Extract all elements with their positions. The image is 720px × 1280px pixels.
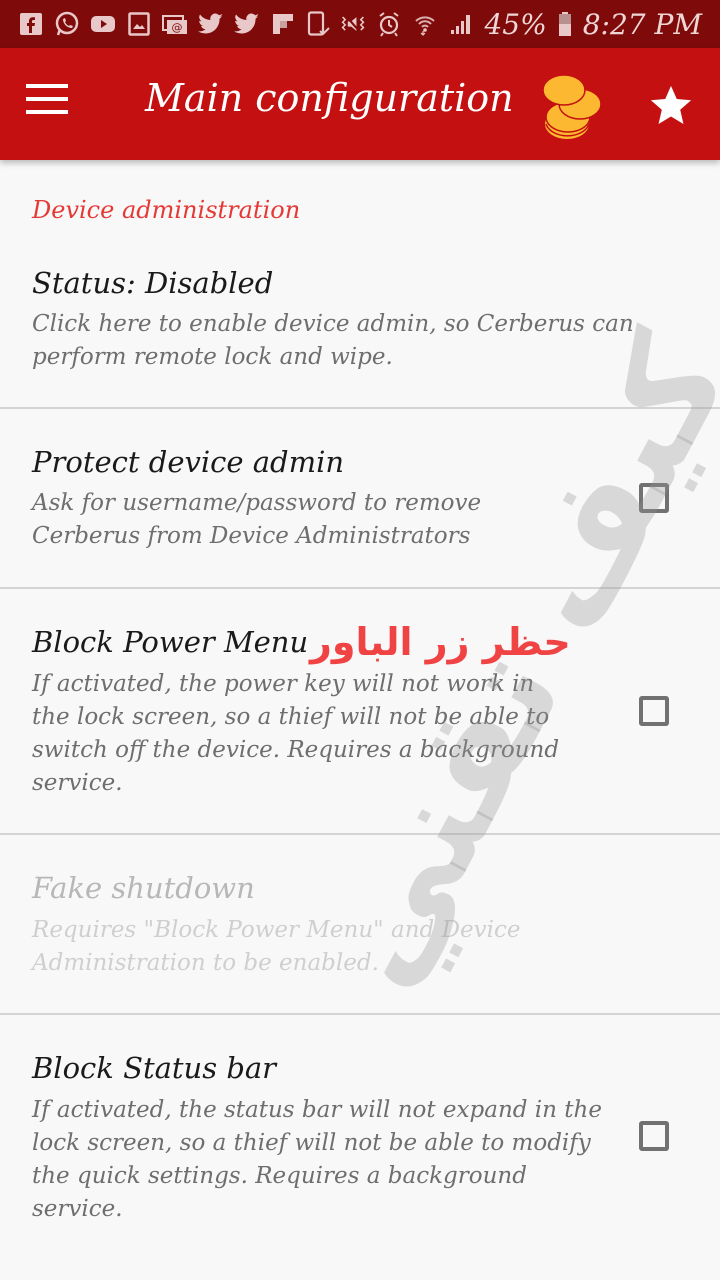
flipboard-icon <box>270 11 296 37</box>
pref-summary: If activated, the status bar will not ex… <box>32 1097 602 1222</box>
pref-fake-shutdown: Fake shutdown Requires "Block Power Menu… <box>0 835 720 1013</box>
whatsapp-icon <box>54 11 80 37</box>
protect-device-admin-checkbox[interactable] <box>639 483 669 513</box>
pref-title: Block Status bar <box>32 1051 277 1085</box>
pref-summary: Requires "Block Power Menu" and Device A… <box>32 917 521 976</box>
vibrate-mute-icon <box>340 11 366 37</box>
pref-summary: Click here to enable device admin, so Ce… <box>32 311 634 370</box>
pref-summary: Ask for username/password to remove Cerb… <box>32 490 482 549</box>
twitter-icon <box>234 11 260 37</box>
pref-title: Block Power Menu <box>32 625 309 659</box>
pref-protect-device-admin[interactable]: Protect device admin Ask for username/pa… <box>0 409 720 587</box>
pref-summary: If activated, the power key will not wor… <box>32 671 560 796</box>
alarm-icon <box>376 11 402 37</box>
section-header: Device administration <box>32 196 301 224</box>
app-bar: Main configuration <box>0 48 720 160</box>
hamburger-menu-icon[interactable] <box>26 84 68 124</box>
youtube-icon <box>90 11 116 37</box>
preferences-list: Device administration Status: Disabled C… <box>0 160 720 1280</box>
system-indicators: 45% 8:27 PM <box>340 8 702 41</box>
pref-title: Status: Disabled <box>32 266 274 300</box>
pref-device-admin-status[interactable]: Status: Disabled Click here to enable de… <box>0 250 720 408</box>
facebook-icon <box>18 11 44 37</box>
gallery-icon <box>126 11 152 37</box>
svg-text:@: @ <box>172 21 183 34</box>
star-icon[interactable] <box>648 82 694 128</box>
signal-icon <box>448 11 474 37</box>
phone-check-icon <box>306 11 332 37</box>
block-power-menu-checkbox[interactable] <box>639 696 669 726</box>
clock: 8:27 PM <box>582 7 702 41</box>
battery-percentage: 45% <box>484 7 547 41</box>
coins-icon[interactable] <box>540 70 610 142</box>
wifi-icon <box>412 11 438 37</box>
battery-icon <box>557 11 573 37</box>
annotation-label: حظر زر الباور <box>310 620 571 664</box>
status-bar: @ 45% 8:27 PM <box>0 0 720 48</box>
page-title: Main configuration <box>145 76 514 120</box>
block-status-bar-checkbox[interactable] <box>639 1121 669 1151</box>
pref-title: Fake shutdown <box>32 871 255 905</box>
pref-title: Protect device admin <box>32 445 345 479</box>
notification-icons: @ <box>18 11 332 37</box>
email-icon: @ <box>162 11 188 37</box>
pref-block-status-bar[interactable]: Block Status bar If activated, the statu… <box>0 1015 720 1275</box>
twitter-icon <box>198 11 224 37</box>
